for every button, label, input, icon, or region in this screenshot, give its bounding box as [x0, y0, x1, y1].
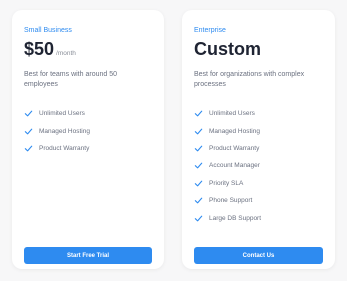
check-icon [194, 161, 203, 170]
start-free-trial-button[interactable]: Start Free Trial [24, 247, 152, 264]
plan-tier-label: Enterprise [194, 27, 226, 34]
check-icon [194, 214, 203, 223]
feature-label: Phone Support [209, 197, 253, 205]
price-row: Custom [194, 39, 323, 61]
price-row: $50 /month [24, 39, 152, 61]
check-icon [24, 109, 33, 118]
feature-item: Phone Support [194, 192, 323, 209]
pricing-card-enterprise: Enterprise Custom Best for organizations… [182, 10, 335, 269]
plan-period: /month [56, 50, 76, 57]
feature-list: Unlimited Users Managed Hosting Product … [24, 105, 152, 157]
feature-item: Managed Hosting [24, 122, 152, 139]
check-icon [194, 109, 203, 118]
plan-tier-label: Small Business [24, 27, 72, 34]
feature-item: Large DB Support [194, 209, 323, 226]
check-icon [194, 144, 203, 153]
feature-item: Managed Hosting [194, 122, 323, 139]
plan-description: Best for organizations with complex proc… [194, 71, 305, 88]
feature-list: Unlimited Users Managed Hosting Product … [194, 105, 323, 227]
plan-description: Best for teams with around 50 employees [24, 71, 117, 88]
check-icon [194, 127, 203, 136]
feature-label: Account Manager [209, 162, 260, 170]
check-icon [24, 127, 33, 136]
feature-item: Account Manager [194, 157, 323, 174]
feature-label: Product Warranty [209, 144, 260, 152]
feature-label: Unlimited Users [209, 110, 255, 118]
check-icon [194, 179, 203, 188]
check-icon [24, 144, 33, 153]
feature-label: Unlimited Users [39, 110, 85, 118]
plan-price: Custom [194, 39, 261, 59]
contact-us-button[interactable]: Contact Us [194, 247, 323, 264]
feature-label: Large DB Support [209, 214, 262, 222]
feature-item: Unlimited Users [24, 105, 152, 122]
pricing-card-small-business: Small Business $50 /month Best for teams… [12, 10, 164, 269]
check-icon [194, 196, 203, 205]
feature-label: Priority SLA [209, 179, 244, 187]
feature-label: Product Warranty [39, 144, 90, 152]
plan-price: $50 [24, 39, 55, 59]
feature-item: Priority SLA [194, 175, 323, 192]
feature-item: Product Warranty [24, 140, 152, 157]
feature-label: Managed Hosting [39, 127, 90, 135]
feature-label: Managed Hosting [209, 127, 260, 135]
feature-item: Unlimited Users [194, 105, 323, 122]
feature-item: Product Warranty [194, 140, 323, 157]
